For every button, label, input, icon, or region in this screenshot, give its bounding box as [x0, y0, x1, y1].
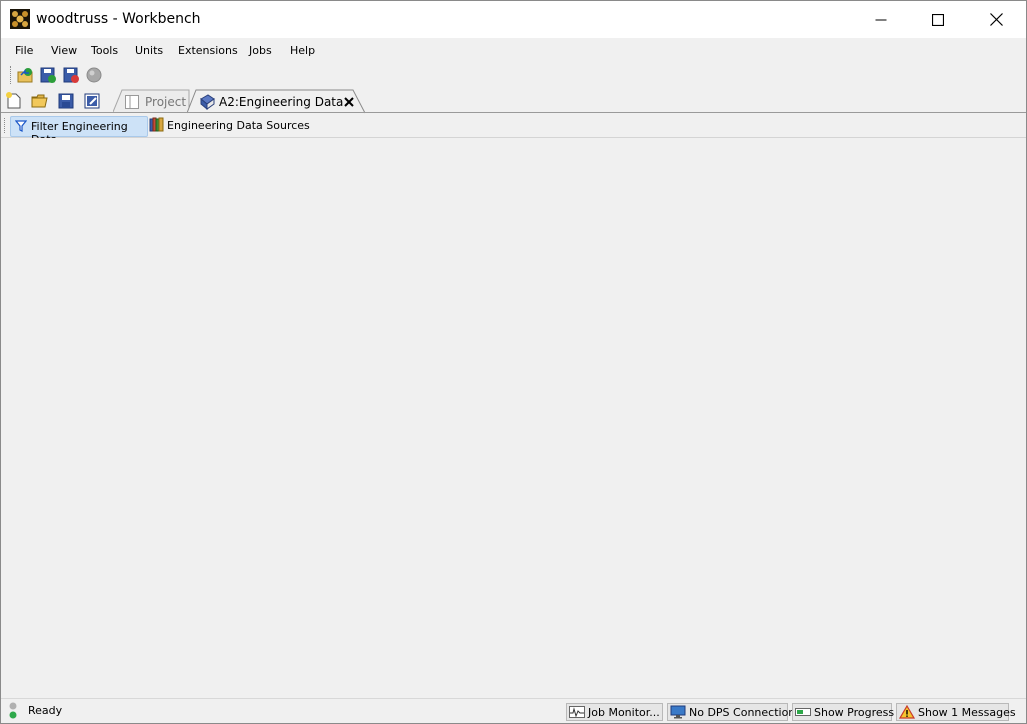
window-title: woodtruss - Workbench	[36, 11, 201, 27]
menu-bar: File View Tools Units Extensions Jobs He…	[1, 39, 1026, 61]
engineering-data-sources-icon[interactable]	[149, 117, 165, 133]
status-bar: Ready Job Monitor... No DPS Connection S…	[1, 698, 1026, 723]
save-icon	[58, 93, 74, 109]
show-progress-button[interactable]: Show Progress	[792, 703, 895, 721]
import-icon	[17, 68, 33, 83]
dps-connection-button[interactable]: No DPS Connection	[667, 703, 795, 721]
menu-jobs[interactable]: Jobs	[249, 44, 272, 57]
save-as-icon	[84, 93, 100, 109]
workspace-area	[1, 138, 1026, 698]
job-monitor-button[interactable]: Job Monitor...	[566, 703, 663, 721]
workbench-window: woodtruss - Workbench File View Tools Un…	[0, 0, 1027, 724]
job-monitor-icon	[569, 705, 585, 719]
sphere-icon	[86, 67, 102, 83]
title-bar[interactable]: woodtruss - Workbench	[1, 1, 1026, 38]
menu-help[interactable]: Help	[290, 44, 315, 57]
engineering-data-toolbar: Filter Engineering Data Engineering Data…	[1, 114, 1026, 146]
filter-funnel-icon	[15, 120, 27, 132]
save-as-button[interactable]	[81, 90, 103, 112]
save-repository-icon	[40, 67, 56, 83]
archive-button[interactable]	[60, 64, 82, 86]
import-button[interactable]	[14, 64, 36, 86]
maximize-icon	[932, 13, 944, 26]
status-light-icon	[9, 702, 17, 719]
engineering-data-sources-button[interactable]: Engineering Data Sources	[167, 119, 310, 132]
tab-project-label[interactable]: Project	[145, 95, 186, 109]
toolbar-file: Project A2:Engineering Data	[1, 89, 1026, 114]
toolbar-top	[1, 63, 1026, 87]
minimize-button[interactable]	[852, 1, 910, 38]
filter-engineering-data-button[interactable]: Filter Engineering Data	[10, 116, 148, 146]
open-button[interactable]	[29, 90, 51, 112]
menu-view[interactable]: View	[51, 44, 77, 57]
status-text: Ready	[28, 704, 63, 717]
close-icon	[989, 13, 1003, 26]
job-monitor-label: Job Monitor...	[588, 705, 660, 719]
menu-tools[interactable]: Tools	[91, 44, 118, 57]
menu-file[interactable]: File	[15, 44, 33, 57]
show-messages-label: Show 1 Messages	[918, 705, 1016, 719]
minimize-icon	[875, 19, 887, 20]
tab-baseline	[1, 112, 1026, 113]
progress-bar-icon	[795, 705, 811, 719]
workbench-app-icon	[10, 9, 30, 29]
save-button[interactable]	[55, 90, 77, 112]
close-button[interactable]	[967, 1, 1025, 38]
new-button[interactable]	[3, 90, 25, 112]
open-folder-icon	[31, 94, 48, 108]
subtoolbar-grip[interactable]	[4, 118, 7, 133]
warning-icon	[899, 705, 915, 719]
tab-engineering-data-label[interactable]: A2:Engineering Data	[219, 95, 343, 109]
save-to-repository-button[interactable]	[37, 64, 59, 86]
menu-extensions[interactable]: Extensions	[178, 44, 238, 57]
maximize-button[interactable]	[909, 1, 967, 38]
archive-icon	[63, 67, 79, 83]
monitor-icon	[670, 705, 686, 719]
dps-connection-label: No DPS Connection	[689, 705, 796, 719]
disconnected-button[interactable]	[83, 64, 105, 86]
show-messages-button[interactable]: Show 1 Messages	[896, 703, 1016, 721]
show-progress-label: Show Progress	[814, 705, 895, 719]
project-schematic-icon	[125, 95, 139, 109]
new-file-icon	[6, 92, 21, 109]
toolbar-grip[interactable]	[10, 66, 13, 84]
engineering-data-book-icon	[200, 94, 215, 110]
menu-units[interactable]: Units	[135, 44, 163, 57]
close-tab-icon[interactable]	[344, 97, 354, 107]
